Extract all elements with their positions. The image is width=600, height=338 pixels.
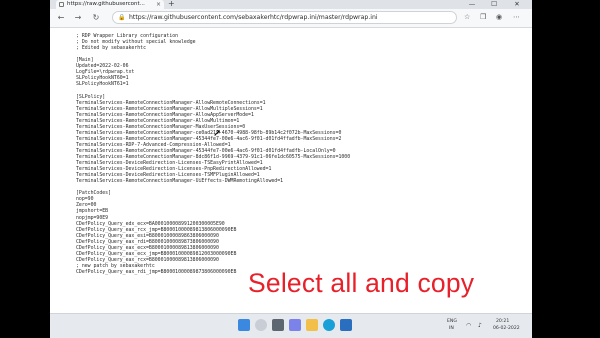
search-icon[interactable] bbox=[255, 319, 267, 331]
taskbar: ENG IN ◠ ♪ 20:21 06-02-2022 bbox=[50, 313, 532, 338]
store-icon[interactable] bbox=[340, 319, 352, 331]
collections-icon[interactable]: ❒ bbox=[480, 13, 486, 21]
lock-icon[interactable]: 🔒 bbox=[118, 14, 125, 21]
volume-icon[interactable]: ♪ bbox=[478, 322, 482, 329]
navigation-bar: ← → ↻ 🔒 https://raw.githubusercontent.co… bbox=[50, 9, 532, 28]
language-indicator[interactable]: ENG bbox=[447, 319, 457, 324]
minimize-button[interactable]: — bbox=[464, 0, 480, 9]
overlay-caption: Select all and copy bbox=[248, 268, 475, 298]
language-region[interactable]: IN bbox=[449, 326, 454, 331]
close-window-button[interactable]: ✕ bbox=[509, 0, 525, 9]
tab-strip: https://raw.githubusercont... × + — ☐ ✕ bbox=[50, 0, 532, 9]
edge-icon[interactable] bbox=[323, 319, 335, 331]
content-line: CDefPolicy_Query_eax_rdi_jmp=B8000100008… bbox=[76, 268, 237, 275]
content-line: TerminalServices-RemoteConnectionManager… bbox=[76, 178, 284, 185]
favorite-star-icon[interactable]: ☆ bbox=[464, 13, 470, 21]
url-text: https://raw.githubusercontent.com/sebaxa… bbox=[129, 14, 378, 21]
browser-tab[interactable]: https://raw.githubusercont... × bbox=[56, 0, 164, 9]
wifi-icon[interactable]: ◠ bbox=[466, 322, 471, 329]
file-explorer-icon[interactable] bbox=[306, 319, 318, 331]
forward-icon[interactable]: → bbox=[72, 12, 84, 24]
maximize-button[interactable]: ☐ bbox=[486, 0, 502, 9]
more-menu-icon[interactable]: ⋯ bbox=[513, 13, 520, 21]
clock-date[interactable]: 06-02-2022 bbox=[493, 326, 520, 331]
tab-close-icon[interactable]: × bbox=[156, 0, 161, 9]
profile-icon[interactable]: ◉ bbox=[496, 13, 502, 21]
page-icon bbox=[59, 2, 64, 7]
address-bar[interactable]: 🔒 https://raw.githubusercontent.com/seba… bbox=[112, 11, 457, 24]
refresh-icon[interactable]: ↻ bbox=[90, 12, 102, 24]
new-tab-button[interactable]: + bbox=[168, 0, 175, 8]
tab-title: https://raw.githubusercont... bbox=[67, 1, 145, 7]
mouse-cursor-icon: ➚ bbox=[213, 128, 222, 139]
back-icon[interactable]: ← bbox=[55, 12, 67, 24]
task-view-icon[interactable] bbox=[272, 319, 284, 331]
content-line: SLPolicyHookNT61=1 bbox=[76, 81, 129, 88]
chat-icon[interactable] bbox=[289, 319, 301, 331]
clock-time[interactable]: 20:21 bbox=[496, 319, 509, 324]
start-button-icon[interactable] bbox=[238, 319, 250, 331]
content-line: ; Edited by sebaxakerhtc bbox=[76, 45, 146, 52]
